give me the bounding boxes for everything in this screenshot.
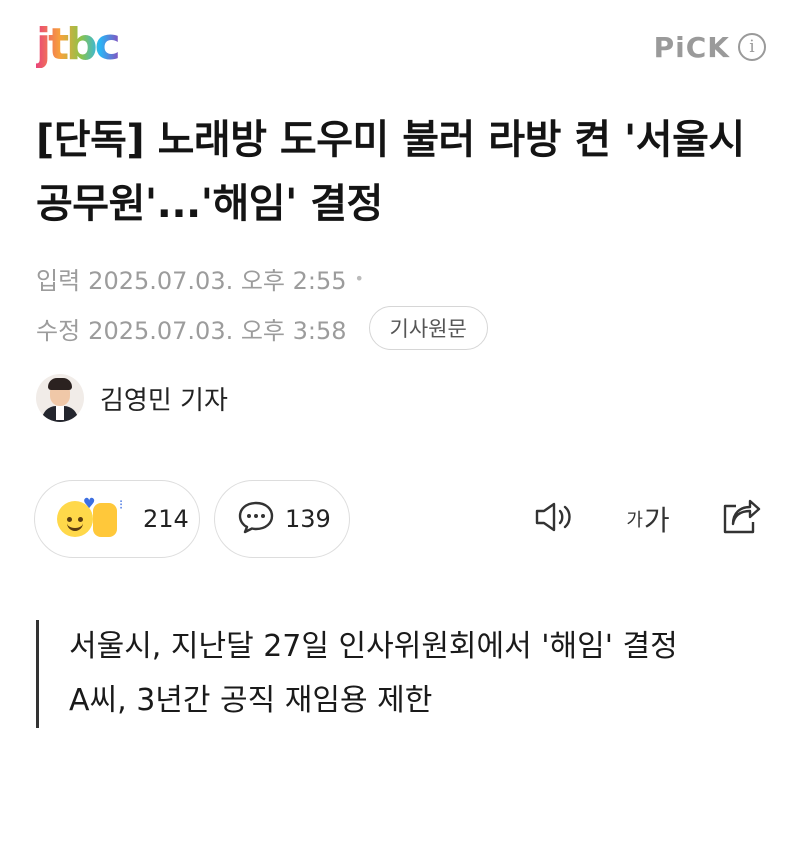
info-icon[interactable]: i <box>738 33 766 61</box>
reporter-info[interactable]: 김영민 기자 <box>36 374 228 422</box>
pick-label: PiCK <box>653 30 730 64</box>
input-label: 입력 <box>36 266 81 295</box>
separator-dot: • <box>354 268 364 288</box>
top-bar: jtbc PiCK i <box>0 0 800 95</box>
modified-label: 수정 <box>36 316 81 345</box>
speaker-button[interactable] <box>530 494 580 544</box>
comment-count: 139 <box>285 505 331 533</box>
logo-text: jtbc <box>36 19 121 70</box>
article-headline: [단독] 노래방 도우미 불러 라방 켠 '서울시 공무원'...'해임' 결정 <box>36 117 745 227</box>
input-date-row: 입력 2025.07.03. 오후 2:55 • <box>36 260 364 296</box>
reaction-button[interactable]: ♥ ⁝ 214 <box>34 480 200 558</box>
font-size-big-label: 가 <box>643 504 670 537</box>
font-size-small-label: 가 <box>626 510 643 531</box>
share-button[interactable] <box>716 494 766 544</box>
share-icon <box>720 498 762 540</box>
reaction-emoji-icon: ♥ ⁝ <box>57 497 133 541</box>
article-summary: 서울시, 지난달 27일 인사위원회에서 '해임' 결정 A씨, 3년간 공직 … <box>36 620 769 728</box>
original-article-button[interactable]: 기사원문 <box>368 306 488 350</box>
modified-datetime: 2025.07.03. 오후 3:58 <box>88 316 347 345</box>
comment-icon <box>237 500 275 538</box>
modified-date-row: 수정 2025.07.03. 오후 3:58 기사원문 <box>36 306 488 350</box>
input-datetime: 2025.07.03. 오후 2:55 <box>88 266 347 295</box>
font-size-button[interactable]: 가 가 <box>618 494 678 544</box>
pick-badge[interactable]: PiCK i <box>654 30 766 64</box>
summary-line: 서울시, 지난달 27일 인사위원회에서 '해임' 결정 <box>69 629 678 664</box>
reporter-name[interactable]: 김영민 기자 <box>100 380 228 417</box>
comment-button[interactable]: 139 <box>214 480 350 558</box>
jtbc-logo[interactable]: jtbc <box>36 22 126 68</box>
summary-line: A씨, 3년간 공직 재임용 제한 <box>69 683 433 718</box>
reaction-count: 214 <box>143 505 189 533</box>
speaker-icon <box>534 500 576 538</box>
reporter-avatar[interactable] <box>36 374 84 422</box>
